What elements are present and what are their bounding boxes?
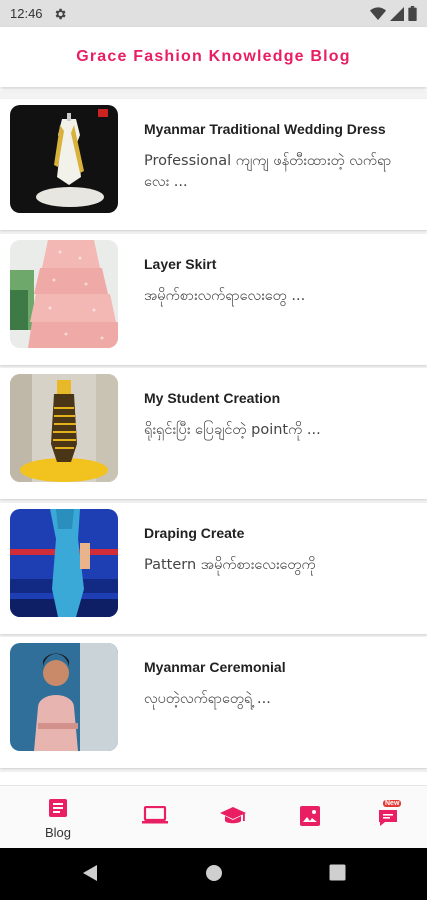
- post-thumbnail: [10, 374, 118, 482]
- battery-icon: [408, 6, 417, 21]
- post-excerpt: ရိုးရှင်းပြီး ပြေချင်တဲ့ pointကို ...: [144, 422, 321, 438]
- system-navigation-bar: [0, 848, 427, 900]
- bottom-navigation: Blog New: [0, 785, 427, 848]
- graduation-cap-icon: [220, 806, 246, 830]
- app-title: Grace Fashion Knowledge Blog: [76, 48, 351, 65]
- status-time: 12:46: [10, 6, 43, 21]
- nav-item-blog[interactable]: Blog: [38, 798, 78, 842]
- back-icon[interactable]: [82, 864, 98, 886]
- gear-icon: [53, 7, 67, 21]
- post-card[interactable]: Layer Skirt အမိုက်စားလက်ရာလေးတွေ ...: [0, 234, 427, 365]
- nav-label-blog: Blog: [44, 825, 72, 840]
- post-thumbnail: [10, 105, 118, 213]
- post-thumbnail: [10, 240, 118, 348]
- signal-icon: [390, 6, 404, 21]
- nav-item-chat[interactable]: New: [369, 798, 409, 842]
- post-list[interactable]: Myanmar Traditional Wedding Dress Profes…: [0, 91, 427, 785]
- post-title: Layer Skirt: [144, 256, 217, 272]
- status-indicators: [370, 6, 417, 21]
- app-bar: Grace Fashion Knowledge Blog: [0, 27, 427, 87]
- wifi-icon: [370, 6, 386, 21]
- post-excerpt: လုပတဲ့လက်ရာတွေရဲ့ ...: [144, 691, 271, 707]
- nav-item-laptop[interactable]: [135, 798, 175, 842]
- post-title: Myanmar Traditional Wedding Dress: [144, 121, 386, 137]
- post-card[interactable]: My Student Creation ရိုးရှင်းပြီး ပြေချင…: [0, 368, 427, 499]
- new-chat-icon: New: [377, 800, 402, 828]
- image-icon: [300, 806, 320, 830]
- status-bar: 12:46: [0, 0, 427, 27]
- new-badge: New: [383, 800, 402, 807]
- post-excerpt: Pattern အမိုက်စားလေးတွေကို: [144, 557, 316, 573]
- recents-icon[interactable]: [329, 864, 346, 885]
- post-title: Myanmar Ceremonial: [144, 659, 286, 675]
- article-icon: [48, 798, 68, 822]
- nav-item-gallery[interactable]: [290, 798, 330, 842]
- post-card[interactable]: Draping Create Pattern အမိုက်စားလေးတွေကိ…: [0, 503, 427, 634]
- post-card[interactable]: Myanmar Ceremonial လုပတဲ့လက်ရာတွေရဲ့ ...: [0, 637, 427, 768]
- post-excerpt: Professional ကျကျ ဖန်တီးထားတဲ့ လက်ရာလေး …: [144, 153, 392, 190]
- post-card[interactable]: [0, 772, 427, 785]
- post-excerpt: အမိုက်စားလက်ရာလေးတွေ ...: [144, 288, 306, 304]
- home-icon[interactable]: [205, 864, 223, 886]
- post-card[interactable]: Myanmar Traditional Wedding Dress Profes…: [0, 99, 427, 230]
- nav-item-courses[interactable]: [213, 798, 253, 842]
- post-thumbnail: [10, 643, 118, 751]
- post-thumbnail: [10, 509, 118, 617]
- post-title: Draping Create: [144, 525, 245, 541]
- laptop-icon: [142, 805, 168, 828]
- post-title: My Student Creation: [144, 390, 281, 406]
